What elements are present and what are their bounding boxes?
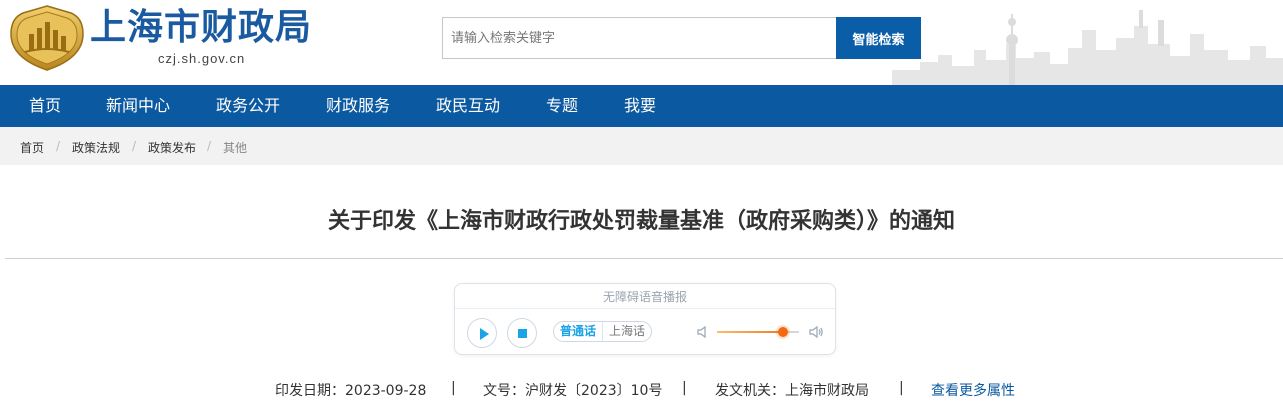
stop-button[interactable] [507, 318, 537, 348]
article-title: 关于印发《上海市财政行政处罚裁量基准（政府采购类）》的通知 [327, 209, 955, 234]
site-title[interactable]: 上海市财政局 [90, 6, 312, 50]
breadcrumb-current: 其他 [223, 141, 248, 155]
emblem-logo-icon[interactable] [9, 4, 85, 72]
nav-item-interaction[interactable]: 政民互动 [436, 85, 500, 127]
volume-slider-fill [717, 331, 783, 333]
nav-item-finance-service[interactable]: 财政服务 [326, 85, 390, 127]
issuing-authority: 发文机关：上海市财政局 [715, 383, 869, 399]
player-label: 无障碍语音播报 [602, 290, 687, 304]
play-icon [480, 328, 489, 340]
site-header: 上海市财政局 czj.sh.gov.cn 智能检索 [0, 0, 1283, 85]
nav-item-i-want[interactable]: 我要 [624, 85, 656, 127]
meta-separator: | [899, 380, 904, 396]
play-button[interactable] [467, 318, 497, 348]
breadcrumb-separator: / [207, 139, 212, 153]
issue-date: 印发日期：2023-09-28 [275, 383, 427, 399]
nav-item-gov-info[interactable]: 政务公开 [216, 85, 280, 127]
breadcrumb-separator: / [132, 139, 137, 153]
search-input[interactable] [442, 17, 836, 59]
language-toggle: 普通话 上海话 [553, 321, 653, 342]
breadcrumb-policy-release[interactable]: 政策发布 [148, 139, 196, 156]
city-skyline-image [892, 10, 1283, 85]
nav-item-news[interactable]: 新闻中心 [106, 85, 170, 127]
breadcrumb-separator: / [56, 139, 61, 153]
language-mandarin[interactable]: 普通话 [554, 322, 602, 341]
language-shanghainese[interactable]: 上海话 [602, 322, 651, 341]
volume-slider[interactable] [717, 327, 799, 337]
volume-low-icon[interactable] [695, 324, 711, 340]
view-more-attributes-link[interactable]: 查看更多属性 [931, 380, 1015, 400]
site-domain: czj.sh.gov.cn [158, 51, 246, 66]
nav-item-home[interactable]: 首页 [29, 85, 61, 127]
player-divider [455, 308, 835, 309]
volume-slider-knob[interactable] [777, 327, 788, 337]
breadcrumb-policy-regulations[interactable]: 政策法规 [72, 139, 120, 156]
meta-separator: | [682, 380, 687, 396]
nav-item-topics[interactable]: 专题 [546, 85, 578, 127]
meta-separator: | [451, 380, 456, 396]
breadcrumb-home[interactable]: 首页 [20, 139, 44, 156]
accessible-audio-player: 无障碍语音播报 普通话 上海话 [454, 283, 836, 355]
volume-high-icon[interactable] [808, 324, 824, 340]
main-nav: 首页 新闻中心 政务公开 财政服务 政民互动 专题 我要 [0, 85, 1283, 127]
stop-icon [518, 329, 527, 338]
document-number: 文号：沪财发〔2023〕10号 [483, 383, 663, 399]
breadcrumb: 首页 / 政策法规 / 政策发布 / 其他 [0, 127, 1283, 165]
title-divider [5, 258, 1283, 259]
